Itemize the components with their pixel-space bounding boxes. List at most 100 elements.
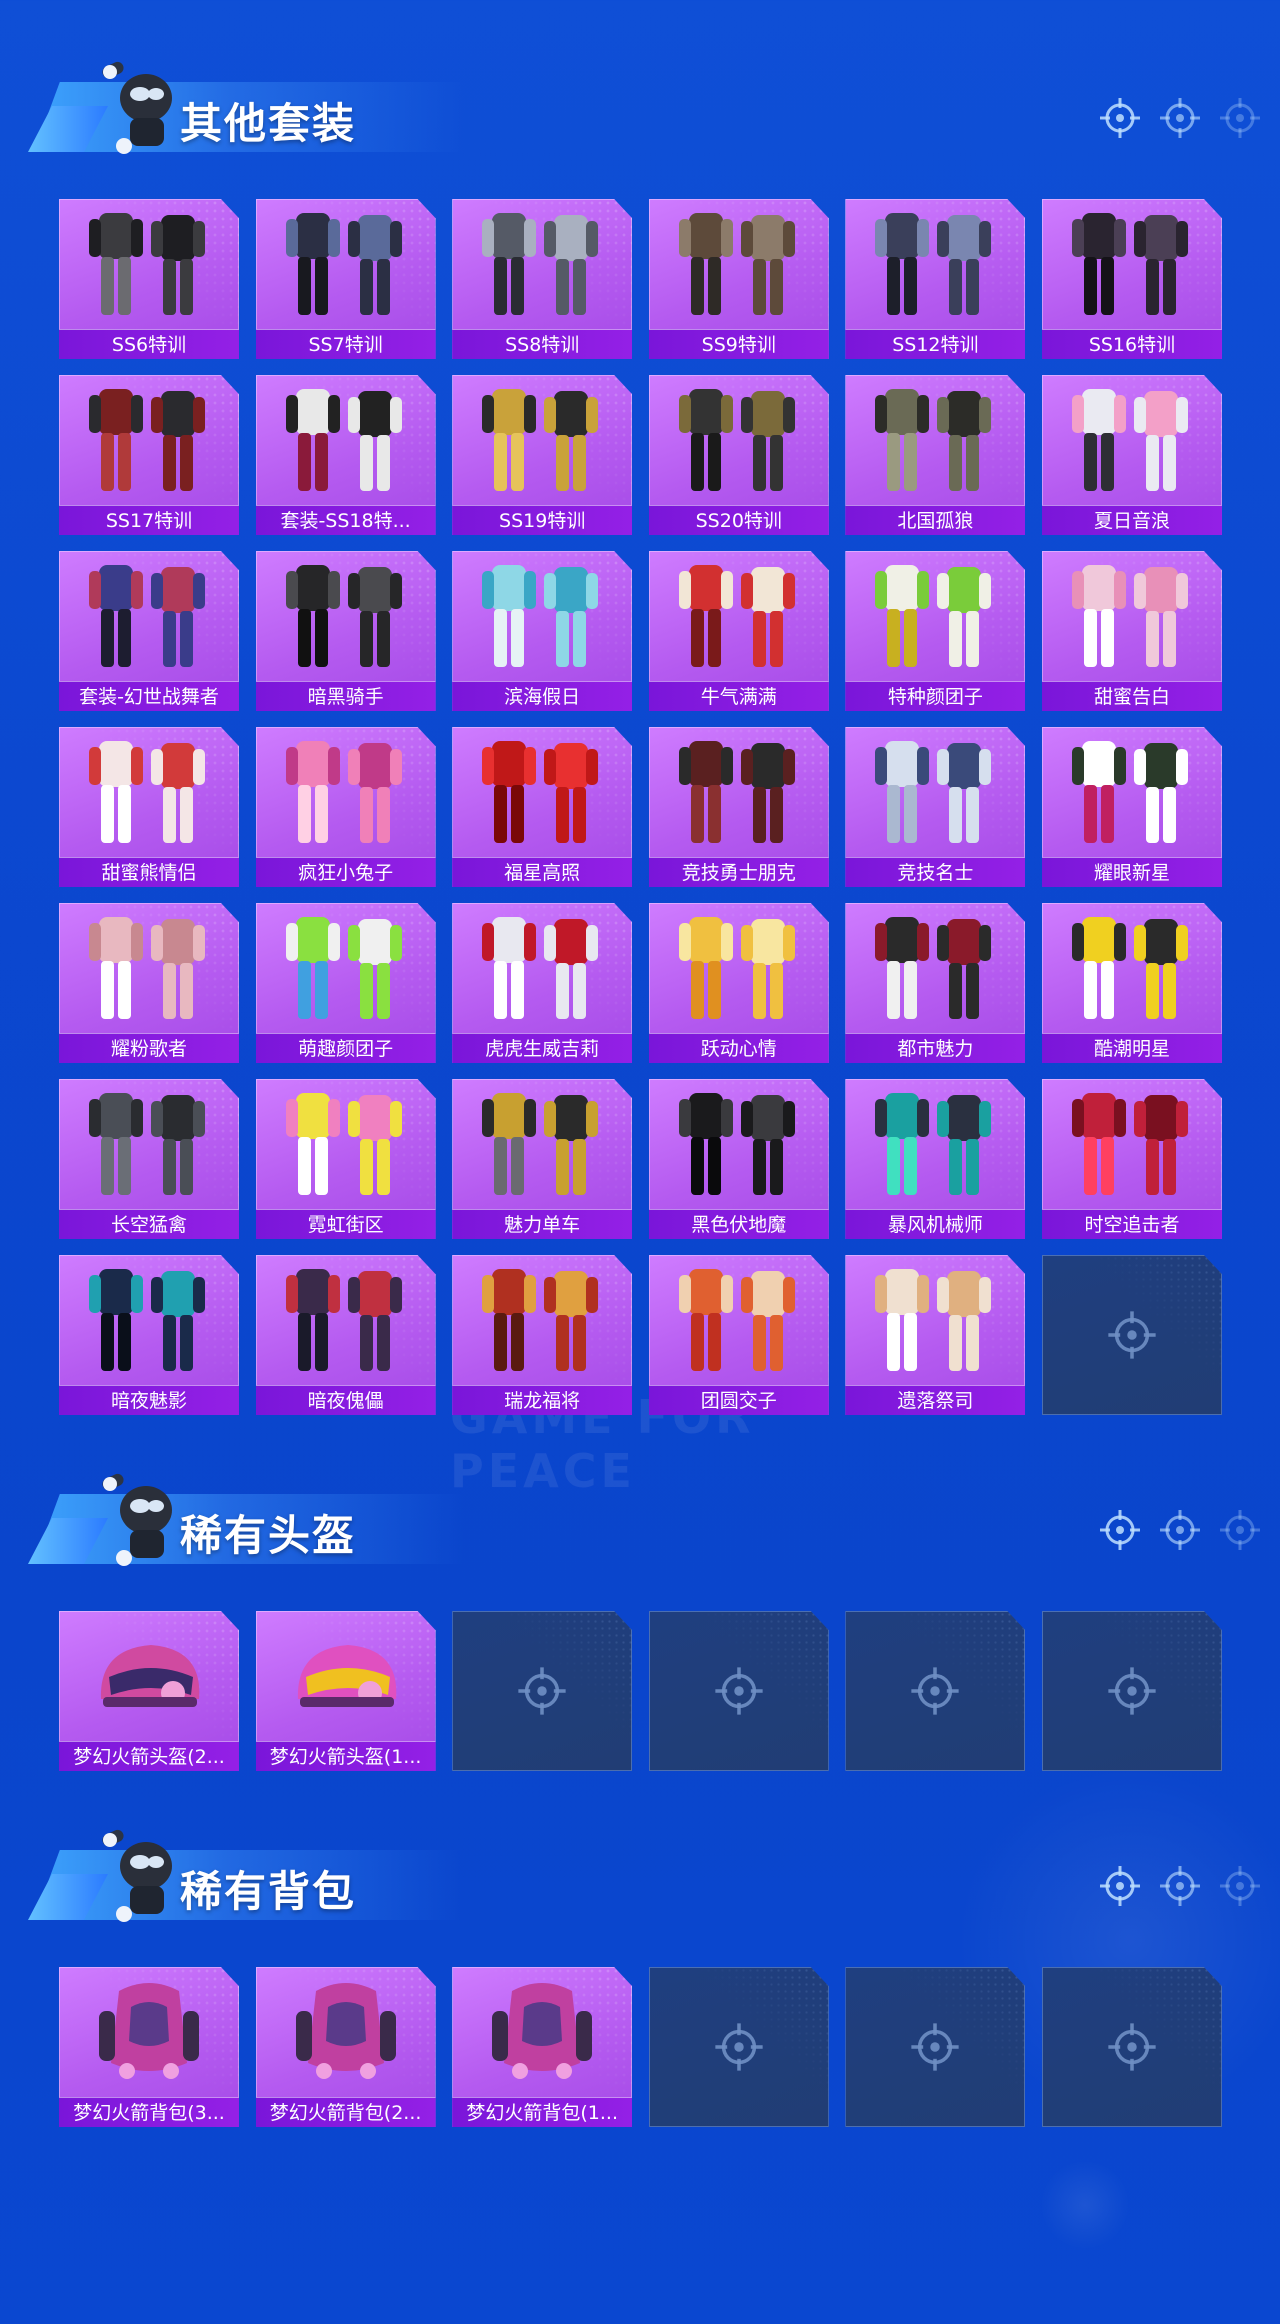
item-label: SS6特训 xyxy=(59,329,239,359)
item-card[interactable]: 疯狂小兔子 xyxy=(255,727,436,887)
outfit-image xyxy=(659,1259,819,1383)
outfit-image xyxy=(69,555,229,679)
item-label: 黑色伏地魔 xyxy=(648,1209,829,1239)
item-card[interactable]: 遗落祭司 xyxy=(845,1255,1026,1415)
item-card[interactable]: 团圆交子 xyxy=(648,1255,829,1415)
item-label: 瑞龙福将 xyxy=(452,1385,633,1415)
outfit-image xyxy=(855,1259,1015,1383)
outfit-image xyxy=(462,1259,622,1383)
item-label: 梦幻火箭背包(2... xyxy=(255,2097,436,2127)
item-card[interactable]: 套装-SS18特... xyxy=(255,375,436,535)
item-card[interactable]: 福星高照 xyxy=(452,727,633,887)
outfit-image xyxy=(1052,907,1212,1031)
section-title: 稀有头盔 xyxy=(180,1511,357,1560)
outfit-image xyxy=(659,907,819,1031)
outfit-image xyxy=(1052,379,1212,503)
section-header: 其他套装 xyxy=(28,54,1260,164)
item-card[interactable]: 跃动心情 xyxy=(648,903,829,1063)
item-card[interactable]: 长空猛禽 xyxy=(59,1079,239,1239)
item-card[interactable]: SS8特训 xyxy=(452,199,633,359)
item-card[interactable]: 瑞龙福将 xyxy=(452,1255,633,1415)
item-card[interactable]: 牛气满满 xyxy=(648,551,829,711)
crosshair-icon xyxy=(1098,96,1142,140)
item-card[interactable]: SS17特训 xyxy=(59,375,239,535)
item-card[interactable]: SS16特训 xyxy=(1041,199,1222,359)
item-card[interactable]: 夏日音浪 xyxy=(1041,375,1222,535)
item-card[interactable]: 竞技勇士朋克 xyxy=(648,727,829,887)
item-label: 团圆交子 xyxy=(648,1385,829,1415)
outfit-image xyxy=(659,1083,819,1207)
item-card[interactable]: SS19特训 xyxy=(452,375,633,535)
outfit-image xyxy=(659,203,819,327)
item-card[interactable]: 耀眼新星 xyxy=(1041,727,1222,887)
item-card[interactable]: 虎虎生威吉莉 xyxy=(452,903,633,1063)
item-card[interactable]: 黑色伏地魔 xyxy=(648,1079,829,1239)
crosshair-icon xyxy=(713,1665,765,1717)
item-card[interactable]: 暗夜魅影 xyxy=(59,1255,239,1415)
item-label: 耀粉歌者 xyxy=(59,1033,239,1063)
item-label: 套装-SS18特... xyxy=(255,505,436,535)
crosshair-icon xyxy=(909,1665,961,1717)
item-label: 滨海假日 xyxy=(452,681,633,711)
item-card[interactable]: 梦幻火箭背包(3... xyxy=(59,1967,239,2127)
item-label: 套装-幻世战舞者 xyxy=(59,681,239,711)
item-grid: 梦幻火箭头盔(2... 梦幻火箭头盔(1... xyxy=(59,1611,1224,1771)
crosshair-icon xyxy=(1098,1508,1142,1552)
item-label: 牛气满满 xyxy=(648,681,829,711)
item-label: 福星高照 xyxy=(452,857,633,887)
item-card[interactable]: 暗夜傀儡 xyxy=(255,1255,436,1415)
mascot-icon xyxy=(94,54,190,160)
outfit-image xyxy=(266,379,426,503)
item-label: 暗黑骑手 xyxy=(255,681,436,711)
outfit-image xyxy=(462,555,622,679)
item-label: 北国孤狼 xyxy=(845,505,1026,535)
item-label: SS9特训 xyxy=(648,329,829,359)
item-card[interactable]: 酷潮明星 xyxy=(1041,903,1222,1063)
outfit-image xyxy=(1052,731,1212,855)
item-card[interactable]: 甜蜜告白 xyxy=(1041,551,1222,711)
item-label: 梦幻火箭背包(3... xyxy=(59,2097,239,2127)
crosshair-icon xyxy=(1106,2021,1158,2073)
item-card[interactable]: SS6特训 xyxy=(59,199,239,359)
header-targets xyxy=(1098,96,1260,146)
item-card[interactable]: 萌趣颜团子 xyxy=(255,903,436,1063)
item-card[interactable]: 梦幻火箭背包(1... xyxy=(452,1967,633,2127)
item-card[interactable]: SS12特训 xyxy=(845,199,1026,359)
item-label: 耀眼新星 xyxy=(1041,857,1222,887)
crate-deco xyxy=(1040,2160,1130,2250)
empty-slot xyxy=(1041,1611,1222,1771)
item-label: 梦幻火箭背包(1... xyxy=(452,2097,633,2127)
item-card[interactable]: 都市魅力 xyxy=(845,903,1026,1063)
item-card[interactable]: 暴风机械师 xyxy=(845,1079,1026,1239)
item-card[interactable]: SS7特训 xyxy=(255,199,436,359)
outfit-image xyxy=(266,731,426,855)
crosshair-icon xyxy=(1218,96,1262,140)
item-card[interactable]: 梦幻火箭背包(2... xyxy=(255,1967,436,2127)
item-card[interactable]: 甜蜜熊情侣 xyxy=(59,727,239,887)
item-card[interactable]: 魅力单车 xyxy=(452,1079,633,1239)
item-card[interactable]: 北国孤狼 xyxy=(845,375,1026,535)
outfit-image xyxy=(855,379,1015,503)
outfit-image xyxy=(266,555,426,679)
outfit-image xyxy=(69,907,229,1031)
crosshair-icon xyxy=(1158,96,1202,140)
crosshair-icon xyxy=(1158,1864,1202,1908)
item-card[interactable]: 滨海假日 xyxy=(452,551,633,711)
empty-slot xyxy=(1041,1255,1222,1415)
item-card[interactable]: 特种颜团子 xyxy=(845,551,1026,711)
item-card[interactable]: SS20特训 xyxy=(648,375,829,535)
item-card[interactable]: 霓虹街区 xyxy=(255,1079,436,1239)
item-card[interactable]: 耀粉歌者 xyxy=(59,903,239,1063)
item-label: 疯狂小兔子 xyxy=(255,857,436,887)
item-card[interactable]: 梦幻火箭头盔(1... xyxy=(255,1611,436,1771)
item-label: 甜蜜告白 xyxy=(1041,681,1222,711)
crosshair-icon xyxy=(1218,1508,1262,1552)
item-card[interactable]: SS9特训 xyxy=(648,199,829,359)
item-card[interactable]: 套装-幻世战舞者 xyxy=(59,551,239,711)
item-label: 梦幻火箭头盔(2... xyxy=(59,1741,239,1771)
item-card[interactable]: 时空追击者 xyxy=(1041,1079,1222,1239)
item-card[interactable]: 暗黑骑手 xyxy=(255,551,436,711)
item-card[interactable]: 梦幻火箭头盔(2... xyxy=(59,1611,239,1771)
item-card[interactable]: 竞技名士 xyxy=(845,727,1026,887)
empty-slot xyxy=(648,1967,829,2127)
